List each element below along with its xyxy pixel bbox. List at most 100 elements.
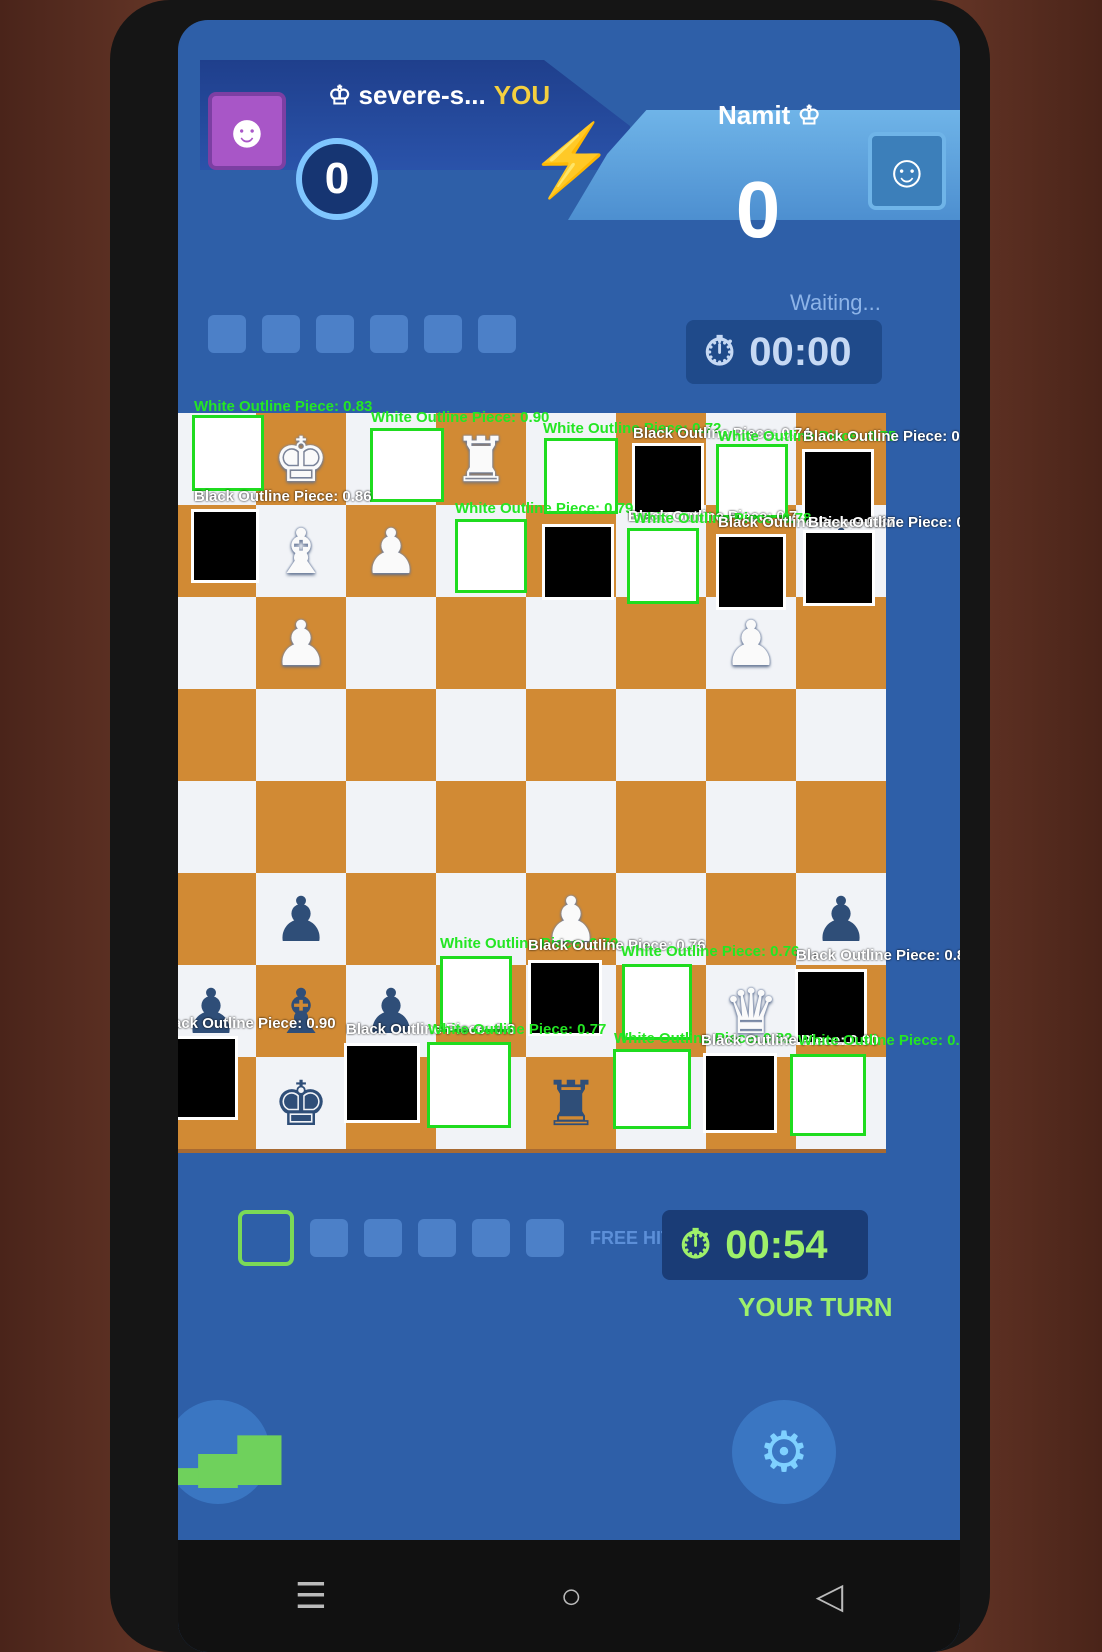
board-square[interactable]: ♟ [706, 597, 796, 689]
home-icon[interactable]: ○ [560, 1575, 582, 1617]
board-square[interactable] [796, 781, 886, 873]
white-chess-piece[interactable]: ♝ [273, 515, 329, 588]
board-square[interactable]: 6 [178, 873, 256, 965]
black-outline-detection-box [803, 530, 875, 606]
white-chess-piece[interactable]: ♟ [273, 607, 329, 680]
move-dot [424, 315, 462, 353]
board-square[interactable]: ♝ [256, 965, 346, 1057]
move-dot [262, 315, 300, 353]
crown-icon: ♔ [328, 80, 359, 110]
detection-label: White Outline Piece: 0.83 [194, 398, 373, 415]
board-square[interactable] [346, 873, 436, 965]
board-square[interactable] [346, 689, 436, 781]
settings-button[interactable]: ⚙ [732, 1400, 836, 1504]
back-icon[interactable]: ◁ [816, 1575, 844, 1617]
my-move-dots: FREE HIT [238, 1210, 672, 1266]
board-square[interactable] [526, 781, 616, 873]
white-outline-detection-box [370, 428, 444, 502]
board-square[interactable] [706, 781, 796, 873]
recents-icon[interactable]: ☰ [295, 1575, 327, 1617]
turn-indicator: YOUR TURN [738, 1292, 893, 1322]
black-outline-detection-box [542, 524, 614, 600]
opponent-timer: ⏱ 00:00 [686, 320, 882, 384]
score-opponent: 0 [735, 165, 781, 254]
board-square[interactable] [796, 597, 886, 689]
avatar-me[interactable]: ☻ [208, 92, 286, 170]
black-chess-piece[interactable]: ♟ [813, 883, 869, 956]
detection-label: White Outline Piece: 0.90 [371, 409, 550, 426]
detection-label: Black Outline Piece: 0.90 [803, 428, 960, 445]
white-outline-detection-box [455, 519, 527, 593]
gear-icon: ⚙ [758, 1420, 810, 1483]
detection-label: White Outline Piece: 0.76 [621, 943, 800, 960]
black-chess-piece[interactable]: ♟ [273, 883, 329, 956]
move-dot [316, 315, 354, 353]
white-outline-detection-box [790, 1054, 866, 1136]
board-square[interactable]: ♟ [346, 505, 436, 597]
detection-label: Black Outline Piece: 0.86 [194, 488, 372, 505]
board-square[interactable] [436, 781, 526, 873]
board-square[interactable] [616, 689, 706, 781]
black-chess-piece[interactable]: ♜ [543, 1067, 599, 1140]
white-outline-detection-box [627, 528, 699, 604]
black-outline-detection-box [632, 443, 704, 515]
board-square[interactable]: 4 [178, 689, 256, 781]
board-square[interactable]: 3 [178, 597, 256, 689]
score-me: 0 [296, 138, 378, 220]
board-square[interactable] [616, 781, 706, 873]
board-square[interactable]: ♜ [436, 413, 526, 505]
black-outline-detection-box [344, 1043, 420, 1123]
white-outline-detection-box [613, 1049, 691, 1129]
board-square[interactable] [526, 689, 616, 781]
board-square[interactable] [346, 597, 436, 689]
black-chess-piece[interactable]: ♚ [273, 1067, 329, 1140]
board-square[interactable] [526, 597, 616, 689]
board-square[interactable] [616, 597, 706, 689]
board-square[interactable] [436, 689, 526, 781]
stopwatch-icon: ⏱ [680, 1222, 712, 1267]
my-timer: ⏱ 00:54 [662, 1210, 868, 1280]
game-screen: ☻ ☺ ♔ severe-s... YOU Namit ♔ 0 0 ⚡ Waiti… [178, 20, 960, 1652]
white-chess-piece[interactable]: ♟ [363, 515, 419, 588]
android-nav-bar: ☰ ○ ◁ [178, 1540, 960, 1652]
board-square[interactable]: ♚ [256, 1057, 346, 1149]
black-outline-detection-box [703, 1053, 777, 1133]
board-square[interactable] [346, 781, 436, 873]
board-square[interactable] [256, 689, 346, 781]
lightning-bolt-icon: ⚡ [528, 121, 616, 199]
move-dot [364, 1219, 402, 1257]
move-dot [208, 315, 246, 353]
white-chess-piece[interactable]: ♜ [453, 423, 509, 496]
stats-button[interactable]: ▂▄▆ [178, 1400, 281, 1504]
move-dot [370, 315, 408, 353]
crown-icon: ♔ [790, 100, 821, 130]
board-square[interactable]: ♟ [256, 597, 346, 689]
detection-label: White Outline Piece: 0.96 [798, 1032, 960, 1049]
board-square[interactable]: 5 [178, 781, 256, 873]
board-square[interactable]: ♟ [256, 873, 346, 965]
board-square[interactable] [796, 689, 886, 781]
black-outline-detection-box [178, 1036, 238, 1120]
board-square[interactable]: ♝ [256, 505, 346, 597]
move-dot [472, 1219, 510, 1257]
white-outline-detection-box [716, 444, 788, 518]
signal-bars-icon: ▂▄▆ [178, 1420, 281, 1483]
detection-label: Black Outline Piece: 0.90 [178, 1015, 336, 1032]
black-outline-detection-box [191, 509, 259, 583]
move-dot [526, 1219, 564, 1257]
move-dot-active [238, 1210, 294, 1266]
you-badge: YOU [493, 80, 551, 110]
stopwatch-icon: ⏱ [704, 329, 736, 374]
board-square[interactable] [256, 781, 346, 873]
board-square[interactable] [436, 597, 526, 689]
black-chess-piece[interactable]: ♝ [273, 975, 329, 1048]
opponent-status: Waiting... [790, 290, 881, 315]
avatar-opponent[interactable]: ☺ [868, 132, 946, 210]
white-chess-piece[interactable]: ♟ [723, 607, 779, 680]
detection-label: White Outline Piece: 0.79 [455, 500, 634, 517]
white-chess-piece[interactable]: ♚ [273, 423, 329, 496]
opponent-move-dots [208, 315, 516, 353]
player-name-me: ♔ severe-s... YOU [328, 80, 551, 110]
board-square[interactable]: ♜ [526, 1057, 616, 1149]
board-square[interactable] [706, 689, 796, 781]
